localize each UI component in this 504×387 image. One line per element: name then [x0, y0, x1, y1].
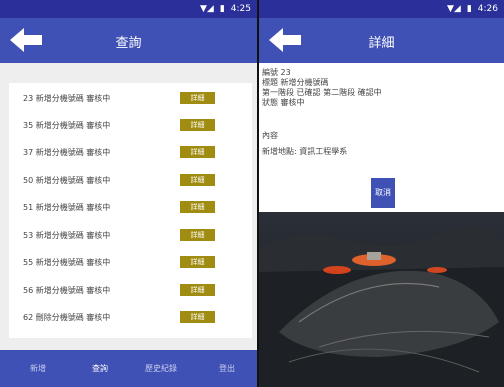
detail-button[interactable]: 詳細 — [180, 201, 215, 213]
status-time: 4:25 — [230, 4, 251, 14]
list-item-text: 62 刪除分機號碼 審核中 — [23, 312, 111, 322]
list-item: 23 新增分機號碼 審核中 詳細 — [9, 88, 252, 108]
battery-icon: ▮ — [466, 4, 472, 14]
app-bar: 查詢 — [0, 18, 257, 63]
detail-screen: ▼◢ ▮ 4:26 詳細 編號 23 標題 新增分機號碼 第一階段 已確認 第二… — [259, 0, 504, 387]
content-value: 新增地點: 資訊工程學系 — [262, 147, 348, 156]
wifi-signal-icon: ▼◢ — [199, 4, 214, 14]
nav-history[interactable]: 歷史紀錄 — [145, 363, 177, 374]
detail-button[interactable]: 詳細 — [180, 229, 215, 241]
list-item-text: 56 新增分機號碼 審核中 — [23, 285, 111, 295]
detail-button[interactable]: 詳細 — [180, 146, 215, 158]
nav-query[interactable]: 查詢 — [92, 363, 108, 374]
detail-button[interactable]: 詳細 — [180, 256, 215, 268]
detail-button[interactable]: 詳細 — [180, 284, 215, 296]
status-time: 4:26 — [477, 4, 498, 14]
bottom-nav: 新增 查詢 歷史紀錄 登出 — [0, 350, 257, 387]
list-item: 35 新增分機號碼 審核中 詳細 — [9, 115, 252, 135]
detail-button[interactable]: 詳細 — [180, 119, 215, 131]
list-item-text: 55 新增分機號碼 審核中 — [23, 257, 111, 267]
list-item: 62 刪除分機號碼 審核中 詳細 — [9, 307, 252, 327]
nav-add[interactable]: 新增 — [30, 363, 46, 374]
list-item-text: 35 新增分機號碼 審核中 — [23, 120, 111, 130]
page-title: 詳細 — [368, 36, 395, 51]
list-item: 50 新增分機號碼 審核中 詳細 — [9, 170, 252, 190]
status-bar: ▼◢ ▮ 4:25 — [0, 0, 257, 18]
detail-button[interactable]: 詳細 — [180, 174, 215, 186]
page-title: 查詢 — [115, 36, 142, 51]
list-item: 56 新增分機號碼 審核中 詳細 — [9, 280, 252, 300]
detail-id: 編號 23 — [262, 68, 291, 77]
list-item-text: 37 新增分機號碼 審核中 — [23, 147, 111, 157]
detail-button[interactable]: 詳細 — [180, 92, 215, 104]
query-screen: ▼◢ ▮ 4:25 查詢 23 新增分機號碼 審核中 詳細 35 新增分機號碼 … — [0, 0, 257, 387]
detail-button[interactable]: 詳細 — [180, 311, 215, 323]
content-label: 內容 — [262, 131, 278, 140]
list-item: 51 新增分機號碼 審核中 詳細 — [9, 197, 252, 217]
list-item-text: 23 新增分機號碼 審核中 — [23, 93, 111, 103]
detail-info: 編號 23 標題 新增分機號碼 第一階段 已確認 第二階段 確認中 狀態 審核中… — [262, 68, 382, 157]
detail-status: 狀態 審核中 — [262, 98, 305, 107]
list-item: 37 新增分機號碼 審核中 詳細 — [9, 142, 252, 162]
status-bar: ▼◢ ▮ 4:26 — [259, 0, 504, 18]
detail-stages: 第一階段 已確認 第二階段 確認中 — [262, 88, 382, 97]
battery-icon: ▮ — [219, 4, 225, 14]
nav-logout[interactable]: 登出 — [219, 363, 235, 374]
list-item-text: 53 新增分機號碼 審核中 — [23, 230, 111, 240]
request-list: 23 新增分機號碼 審核中 詳細 35 新增分機號碼 審核中 詳細 37 新增分… — [9, 83, 252, 338]
list-item-text: 51 新增分機號碼 審核中 — [23, 202, 111, 212]
list-item: 53 新增分機號碼 審核中 詳細 — [9, 225, 252, 245]
list-item: 55 新增分機號碼 審核中 詳細 — [9, 252, 252, 272]
list-item-text: 50 新增分機號碼 審核中 — [23, 175, 111, 185]
cancel-button[interactable]: 取消 — [371, 178, 395, 208]
detail-title: 標題 新增分機號碼 — [262, 78, 329, 87]
wifi-signal-icon: ▼◢ — [446, 4, 461, 14]
app-bar: 詳細 — [259, 18, 504, 63]
background-photo — [259, 212, 504, 387]
